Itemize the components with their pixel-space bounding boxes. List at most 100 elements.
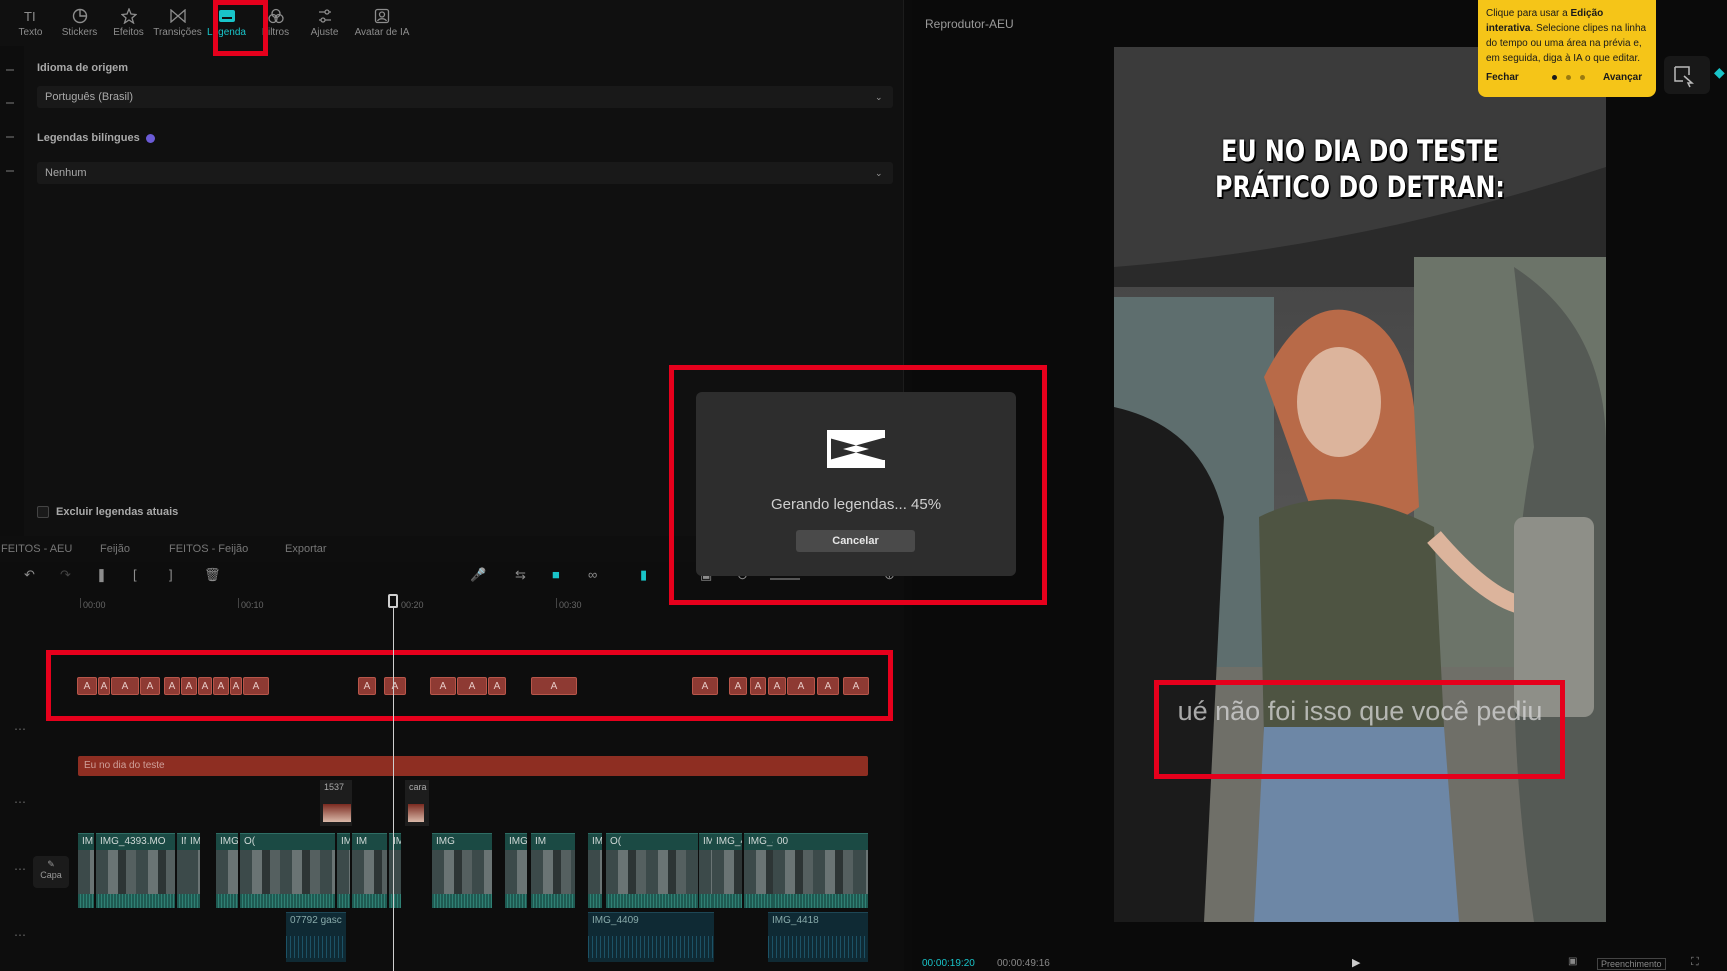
video-clip[interactable]: IMG_4409.MOV (588, 833, 602, 908)
video-clip-waveform (240, 894, 335, 908)
tab-transitions[interactable]: Transições (153, 0, 202, 46)
track-menu-icon[interactable]: ⋯ (14, 928, 26, 942)
video-clip[interactable]: IM (699, 833, 713, 908)
video-clip-thumbnails (216, 850, 238, 894)
small-clip[interactable]: 1537 (320, 780, 352, 826)
small-clip[interactable]: cara (405, 780, 429, 826)
video-clip-thumbnails (352, 850, 387, 894)
magnet-icon[interactable]: ■ (552, 567, 560, 587)
cover-label: Capa (40, 870, 62, 880)
link-clips-icon[interactable]: ⇆ (515, 567, 526, 587)
linkage-icon[interactable]: ∞ (588, 567, 597, 587)
delete-icon[interactable]: 🗑 (204, 567, 221, 587)
video-clip[interactable] (854, 833, 868, 908)
timeline-tab-3[interactable]: FEITOS - Feijão (169, 543, 285, 555)
cover-button[interactable]: ✎ Capa (33, 856, 69, 888)
preview-axis-icon[interactable]: ▮ (640, 567, 647, 587)
audio-clip-label: IMG_4418 (772, 915, 819, 926)
trim-right-icon[interactable]: ] (169, 567, 173, 587)
fullscreen-icon[interactable]: ⛶ (1691, 956, 1699, 969)
split-icon[interactable]: ❚ (96, 567, 107, 587)
ai-icon[interactable]: ◆ (1714, 64, 1725, 81)
play-icon[interactable]: ▶ (1352, 956, 1360, 969)
timeline-tab-export[interactable]: Exportar (285, 543, 365, 555)
playhead[interactable] (393, 598, 394, 971)
video-clip[interactable]: IM (78, 833, 94, 908)
track-menu-icon[interactable]: ⋯ (14, 795, 26, 809)
video-clip-label: IM (82, 836, 94, 847)
video-clip[interactable]: IM (531, 833, 575, 908)
tab-adjust-label: Ajuste (310, 27, 339, 38)
audio-waveform (768, 936, 868, 958)
bilingual-captions-row: Legendas bilíngues (37, 132, 155, 144)
tab-effects[interactable]: Efeitos (104, 0, 153, 46)
ruler-tick: 00:30 (559, 600, 582, 610)
video-clip-thumbnails (505, 850, 527, 894)
video-clip[interactable]: IMG (432, 833, 492, 908)
video-clip-label: IMG_4409.MOV (592, 836, 602, 847)
delete-current-captions-checkbox[interactable] (37, 506, 49, 518)
capcut-logo-icon (827, 430, 885, 468)
generating-captions-dialog: Gerando legendas... 45% Cancelar (696, 392, 1016, 576)
video-clip[interactable]: O( (606, 833, 698, 908)
video-clip-label: IM (535, 836, 547, 847)
track-menu-icon[interactable]: ⋯ (14, 722, 26, 736)
video-clip-waveform (699, 894, 713, 908)
source-language-select[interactable]: Português (Brasil) ⌄ (37, 86, 893, 108)
bilingual-captions-select[interactable]: Nenhum ⌄ (37, 162, 893, 184)
ai-avatar-icon (373, 8, 391, 24)
trim-left-icon[interactable]: [ (133, 567, 137, 587)
audio-clip-label: IMG_4409 (592, 915, 639, 926)
text-clip[interactable]: Eu no dia do teste (78, 756, 868, 776)
audio-clip[interactable]: IMG_4409 (588, 912, 714, 962)
audio-clip[interactable]: 07792 gasc (286, 912, 346, 962)
audio-clip[interactable]: IMG_4418 (768, 912, 868, 962)
tooltip-close-button[interactable]: Fechar (1486, 70, 1519, 85)
video-clip[interactable]: IMG_4393.MO (96, 833, 175, 908)
text-icon: TI (22, 8, 40, 24)
video-clip-label: O( (610, 836, 622, 847)
video-headline-line1: EU NO DIA DO TESTE (1221, 134, 1499, 168)
tab-text-label: Texto (18, 27, 43, 38)
video-clip-waveform (389, 894, 401, 908)
redo-icon[interactable]: ↷ (60, 567, 71, 587)
timeline-tab-1[interactable]: FEITOS - AEU (0, 543, 100, 555)
video-clip-waveform (773, 894, 854, 908)
video-clip[interactable]: IMG_4409.MO (389, 833, 401, 908)
microphone-icon[interactable]: 🎤 (470, 567, 486, 587)
fill-mode-button[interactable]: Preenchimento (1597, 958, 1666, 970)
tab-text[interactable]: TI Texto (6, 0, 55, 46)
video-clip[interactable]: O( (240, 833, 335, 908)
interactive-edit-button[interactable] (1664, 56, 1710, 94)
ratio-icon[interactable]: ▣ (1568, 956, 1577, 967)
video-clip[interactable]: IMG_441 (712, 833, 742, 908)
playhead-handle[interactable] (388, 594, 398, 608)
video-clip-waveform (854, 894, 868, 908)
video-preview[interactable]: EU NO DIA DO TESTE PRÁTICO DO DETRAN: ué… (1114, 47, 1606, 922)
video-clip[interactable]: IMG_4 (337, 833, 350, 908)
current-time: 00:00:19:20 (922, 958, 975, 969)
tooltip-next-button[interactable]: Avançar (1603, 70, 1642, 85)
video-clip[interactable]: IM (186, 833, 200, 908)
tab-stickers[interactable]: Stickers (55, 0, 104, 46)
delete-current-captions-label: Excluir legendas atuais (56, 506, 179, 518)
video-clip[interactable]: IM (352, 833, 387, 908)
video-clip[interactable]: 00 (773, 833, 854, 908)
tab-adjust[interactable]: Ajuste (300, 0, 349, 46)
audio-waveform (286, 936, 346, 958)
timeline-tab-2[interactable]: Feijão (100, 543, 169, 555)
clip-thumbnail (408, 804, 424, 822)
video-clip[interactable]: IMG_4393.MOV (216, 833, 238, 908)
source-language-label: Idioma de origem (37, 62, 129, 74)
video-clip[interactable]: IMG_44 (505, 833, 527, 908)
premium-gem-icon (145, 133, 155, 143)
tab-ai-avatar[interactable]: Avatar de IA (349, 0, 415, 46)
undo-icon[interactable]: ↶ (24, 567, 35, 587)
video-headline-line2: PRÁTICO DO DETRAN: (1215, 170, 1505, 204)
video-clip-thumbnails (606, 850, 698, 894)
video-clip[interactable]: IMG_4418.MOV (744, 833, 774, 908)
track-menu-icon[interactable]: ⋯ (14, 862, 26, 876)
cancel-button[interactable]: Cancelar (796, 530, 915, 552)
ruler-tick: 00:10 (241, 600, 264, 610)
transitions-icon (169, 8, 187, 24)
